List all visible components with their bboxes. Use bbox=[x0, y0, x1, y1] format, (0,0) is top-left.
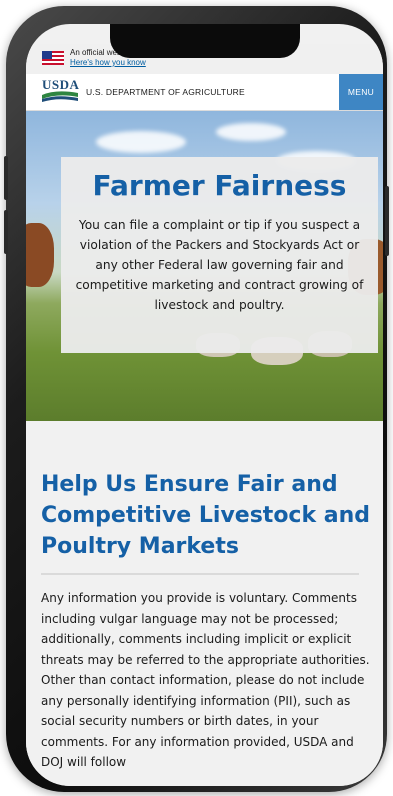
volume-up-button bbox=[4, 156, 8, 200]
us-flag-icon bbox=[42, 51, 64, 65]
phone-screen: An official website of the United States… bbox=[26, 24, 383, 786]
main-content: Help Us Ensure Fair and Competitive Live… bbox=[26, 421, 383, 786]
power-button bbox=[385, 186, 389, 256]
menu-button[interactable]: MENU bbox=[339, 74, 383, 110]
hero-cow bbox=[26, 223, 54, 287]
department-name: U.S. DEPARTMENT OF AGRICULTURE bbox=[86, 87, 245, 97]
body-paragraph: Any information you provide is voluntary… bbox=[41, 591, 370, 769]
phone-frame: An official website of the United States… bbox=[4, 6, 389, 792]
section-divider bbox=[41, 573, 359, 575]
page-title: Farmer Fairness bbox=[92, 169, 347, 202]
hero-cloud bbox=[96, 131, 186, 153]
hero-card: Farmer Fairness You can file a complaint… bbox=[61, 157, 378, 353]
hero-description: You can file a complaint or tip if you s… bbox=[75, 218, 364, 312]
volume-down-button bbox=[4, 210, 8, 254]
notch bbox=[110, 24, 300, 58]
usda-swoosh-icon bbox=[42, 91, 78, 102]
heres-how-you-know-link[interactable]: Here's how you know bbox=[70, 58, 251, 68]
section-title: Help Us Ensure Fair and Competitive Live… bbox=[41, 472, 371, 559]
hero-cloud bbox=[216, 123, 286, 141]
site-header: USDA U.S. DEPARTMENT OF AGRICULTURE MENU bbox=[26, 74, 383, 111]
usda-logo[interactable]: USDA bbox=[42, 77, 79, 105]
